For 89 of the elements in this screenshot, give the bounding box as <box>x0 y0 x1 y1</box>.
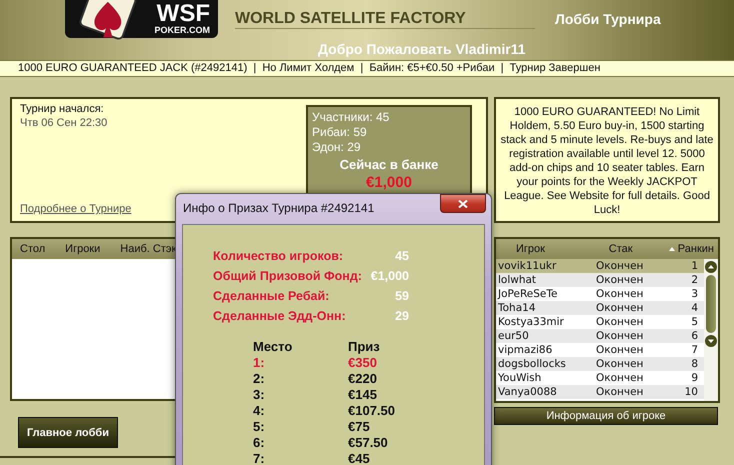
stat-text: Эдон: 29 <box>312 140 362 155</box>
player-stack: Окончен <box>596 288 644 300</box>
player-stack: Окончен <box>596 358 644 370</box>
summary-value: 59 <box>395 288 409 304</box>
player-name: lolwhat <box>498 274 538 286</box>
player-stack: Окончен <box>596 344 644 356</box>
player-rank: 5 <box>691 316 698 328</box>
prize-amount: €107.50 <box>348 403 395 419</box>
player-name: Toha14 <box>498 302 537 314</box>
place-text: 5: <box>253 419 266 435</box>
pot-label: Сейчас в банке <box>338 157 440 172</box>
scroll-thumb[interactable] <box>706 275 716 333</box>
player-rank: 3 <box>691 288 698 300</box>
prize-amount: €57.50 <box>348 435 388 451</box>
column-header: Место <box>253 339 294 355</box>
prize-amount: €220 <box>348 371 377 387</box>
player-name: Kostya33mir <box>498 316 565 328</box>
summary-value: 45 <box>395 248 409 264</box>
summary-value: 29 <box>395 308 409 324</box>
player-name: vovik11ukr <box>498 260 558 272</box>
player-stack: Окончен <box>596 302 644 314</box>
stat-text: Участники: 45 <box>312 110 390 125</box>
column-header: Приз <box>348 339 380 355</box>
player-rank: 7 <box>691 344 698 356</box>
player-row[interactable]: Toha14 Окончен 4 <box>496 301 704 315</box>
player-info-button[interactable]: Информация об игроке <box>494 407 718 425</box>
scroll-up-icon[interactable] <box>705 261 717 273</box>
summary-value: €1,000 <box>370 268 409 284</box>
player-stack: Окончен <box>596 274 644 286</box>
column-header[interactable]: Ранкин <box>668 243 714 255</box>
place-text: 2: <box>253 371 266 387</box>
column-header[interactable]: Стол <box>20 243 46 255</box>
player-row[interactable]: Vanya0088 Окончен 10 <box>496 385 704 399</box>
place-text: 7: <box>253 451 266 465</box>
stat-text: Рибаи: 59 <box>312 125 368 140</box>
start-label: Турнир начался: <box>20 103 105 115</box>
main-lobby-button[interactable]: Главное лобби <box>18 417 118 448</box>
player-rank: 1 <box>691 260 698 272</box>
logo-text: WSF <box>156 3 210 25</box>
player-rank: 6 <box>691 330 698 342</box>
summary-label: Количество игроков: <box>213 248 344 264</box>
player-row[interactable]: dogsbollocks Окончен 8 <box>496 357 704 371</box>
column-header[interactable]: Игроки <box>65 243 100 255</box>
prize-amount: €75 <box>348 419 370 435</box>
player-row[interactable]: eur50 Окончен 6 <box>496 329 704 343</box>
dialog-title: Инфо о Призах Турнира #2492141 <box>183 201 374 215</box>
close-icon <box>458 200 468 208</box>
player-rank: 10 <box>684 386 698 398</box>
start-time: Чтв 06 Сен 22:30 <box>20 117 108 129</box>
page-title: Лобби Турнира <box>555 11 661 27</box>
place-text: 6: <box>253 435 266 451</box>
scroll-down-icon[interactable] <box>705 335 717 347</box>
column-header[interactable]: Стак <box>608 243 669 255</box>
prize-amount: €145 <box>348 387 377 403</box>
player-stack: Окончен <box>596 260 644 272</box>
description-text: 1000 EURO GUARANTEED! No Limit Holdem, 5.50 Euro buy-in, 1500 starting stack and 5 minute levels. Re-buys and late registration available until level 12. 5000 add-on chips and 10 seater tables. Earn your points for the Weekly JACKPOT League. See Website for full details. Good Luck! <box>500 105 714 217</box>
site-title: WORLD SATELLITE FACTORY <box>235 10 535 28</box>
scrollbar[interactable] <box>704 259 718 401</box>
logo-subtext: POKER.COM <box>154 25 210 35</box>
prize-amount: €350 <box>348 355 377 371</box>
player-row[interactable]: vovik11ukr Окончен 1 <box>496 259 704 273</box>
player-stack: Окончен <box>596 372 644 384</box>
place-text: 1: <box>253 355 266 371</box>
player-name: YouWish <box>498 372 542 384</box>
column-header[interactable]: Игрок <box>516 243 609 255</box>
player-name: vipmazi86 <box>498 344 554 356</box>
prize-amount: €45 <box>348 451 370 465</box>
details-link[interactable]: Подробнее о Турнире <box>20 203 132 215</box>
place-text: 3: <box>253 387 266 403</box>
summary-label: Общий Призовой Фонд: <box>213 268 362 284</box>
player-rank: 4 <box>691 302 698 314</box>
player-rank: 9 <box>691 372 698 384</box>
info-bar: 1000 EURO GUARANTEED JACK (#2492141) | Но Лимит Холдем | Байин: €5+€0.50 +Рибаи | Турнир Завершен <box>0 60 734 77</box>
pot-value: €1,000 <box>365 174 413 191</box>
place-text: 4: <box>253 403 266 419</box>
player-name: dogsbollocks <box>498 358 567 370</box>
player-name: JoPeReSeTe <box>498 288 558 300</box>
player-rank: 8 <box>691 358 698 370</box>
player-name: eur50 <box>498 330 530 342</box>
player-stack: Окончен <box>596 330 644 342</box>
player-row[interactable]: lolwhat Окончен 2 <box>496 273 704 287</box>
player-rank: 2 <box>691 274 698 286</box>
summary-label: Сделанные Эдд-Онн: <box>213 308 346 324</box>
player-stack: Окончен <box>596 386 644 398</box>
summary-label: Сделанные Ребай: <box>213 288 330 304</box>
player-name: Vanya0088 <box>498 386 558 398</box>
player-stack: Окончен <box>596 316 644 328</box>
welcome-text: Добро Пожаловать Vladimir11 <box>318 41 526 57</box>
close-button[interactable] <box>440 194 486 213</box>
